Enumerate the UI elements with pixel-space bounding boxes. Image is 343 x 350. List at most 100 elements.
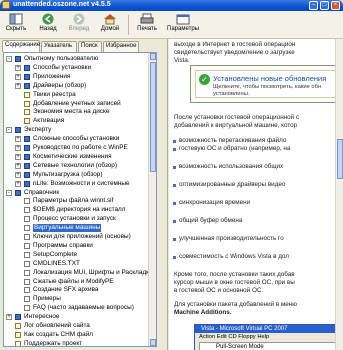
tree-item-label: Справочник (24, 188, 60, 196)
expand-icon[interactable]: + (15, 153, 21, 160)
toolbar-separator (128, 15, 129, 35)
expand-icon[interactable]: + (15, 73, 21, 80)
options-icon (176, 14, 190, 25)
tree-item[interactable]: - Опытному пользователю (4, 55, 156, 63)
tree-item-label: Виртуальные машины (33, 224, 102, 233)
book-icon (24, 171, 30, 178)
content-line: курсор мыши в окне гостевой ОС, при вы (174, 279, 295, 286)
expand-icon[interactable]: + (15, 64, 21, 71)
page-icon (24, 234, 30, 240)
tab-index[interactable]: Указатель (41, 41, 77, 52)
tree-item[interactable]: Примеры (4, 295, 156, 303)
tree-item[interactable]: Сжатые файлы и ModifyPE (4, 278, 156, 286)
tree-item-label: Эксперту (24, 126, 52, 134)
tree-item[interactable]: $OEM$ директория на инсталл (4, 206, 156, 214)
page-icon (24, 260, 30, 267)
tree-item-label: Драйверы (обзор) (33, 81, 87, 89)
expand-icon[interactable]: + (15, 171, 21, 178)
tree-item-label: $OEM$ директория на инсталл (33, 206, 126, 214)
forward-icon (73, 13, 85, 25)
tree-item-label: Косметические изменения (33, 152, 112, 160)
expand-icon[interactable]: + (15, 180, 21, 187)
content-scroll-thumb[interactable] (337, 139, 343, 179)
tree-item-label: Приложения (33, 72, 71, 80)
tree-item[interactable]: - Эксперту (4, 126, 156, 134)
content-scrollbar[interactable] (335, 39, 343, 350)
tree-item[interactable]: CMDLINES.TXT (4, 260, 156, 268)
book-icon (24, 162, 30, 169)
tree-item[interactable]: + Мультизагрузка (обзор) (4, 171, 156, 179)
expand-icon[interactable]: + (15, 82, 21, 89)
tree-item[interactable]: Активация (4, 117, 156, 125)
notification-screenshot: ✓ Установлены новые обновления Щелкните,… (190, 65, 343, 103)
tree-item[interactable]: + Косметические изменения (4, 152, 156, 161)
tree-scrollbar[interactable] (148, 53, 156, 346)
contents-tree[interactable]: Поддержать проект Как создать CHM файл Лог… (3, 52, 157, 347)
tree-item[interactable]: Локализация MUI, Шрифты и Раскладки (4, 269, 156, 277)
tree-item[interactable]: Твики реестра (4, 91, 156, 99)
scroll-up-arrow[interactable] (150, 53, 156, 60)
book-icon (15, 314, 21, 321)
tree-item-label: Поддержать проект (24, 339, 83, 347)
collapse-icon[interactable]: - (6, 56, 12, 62)
close-button[interactable]: × (331, 1, 340, 10)
tree-item[interactable]: Параметры файла winnt.sif (4, 197, 156, 205)
options-button[interactable]: Параметры (166, 13, 200, 38)
tree-item[interactable]: + Способы установки (4, 63, 156, 72)
page-icon (24, 269, 30, 276)
tree-item[interactable]: Лог обновлений сайта (4, 322, 156, 330)
tree-item[interactable]: Создание SFX архива (4, 286, 156, 294)
page-icon (24, 109, 30, 116)
tree-item[interactable]: Поддержать проект (4, 339, 156, 347)
tree-item-label: Сложные способы установки (33, 135, 120, 143)
tree-item[interactable]: Виртуальные машины (4, 224, 156, 233)
minimize-button[interactable]: – (309, 1, 318, 10)
book-icon (24, 82, 30, 89)
scroll-thumb[interactable] (150, 62, 156, 172)
collapse-icon[interactable]: - (6, 189, 12, 196)
tree-item[interactable]: FAQ (часто задаваемые вопросы) (4, 304, 156, 312)
tree-item[interactable]: + Сложные способы установки (4, 135, 156, 143)
tree-item-label: SetupComplete (33, 250, 78, 258)
tab-contents[interactable]: Содержание (2, 40, 40, 52)
maximize-button[interactable]: □ (320, 1, 329, 10)
tree-item-label: Активация (33, 117, 65, 125)
bullet-item: возможность использования общих (172, 163, 284, 170)
tree-item[interactable]: Экономия места на диске (4, 108, 156, 116)
tree-item[interactable]: Добавление учетных записей (4, 99, 156, 108)
tree-item[interactable]: Программы справки (4, 242, 156, 250)
collapse-icon[interactable]: - (6, 127, 12, 134)
back-button[interactable]: Назад (36, 13, 60, 38)
tree-item-label: Добавление учетных записей (33, 99, 121, 107)
tree-item[interactable]: + Приложения (4, 72, 156, 81)
forward-button[interactable]: Вперед (66, 13, 92, 38)
expand-icon[interactable]: + (15, 145, 21, 151)
tree-item[interactable]: Ключи для приложений (основы) (4, 233, 156, 241)
home-button[interactable]: Домой (98, 13, 122, 38)
print-button[interactable]: Печать (134, 13, 160, 38)
tab-search[interactable]: Поиск (78, 41, 102, 52)
scroll-down-arrow[interactable] (150, 339, 156, 346)
tree-item[interactable]: + Сетевые технологии (обзор) (4, 162, 156, 170)
tree-item[interactable]: + Драйверы (обзор) (4, 81, 156, 90)
tab-favorites[interactable]: Избранное (103, 41, 139, 52)
screenshot-menu: Action Edit CD Floppy Help (199, 334, 270, 340)
expand-icon[interactable]: + (6, 314, 12, 321)
tree-item-label: Процесс установки и запуск (33, 215, 116, 223)
tree-item[interactable]: + Руководство по работе с WinPE (4, 144, 156, 152)
tree-item[interactable]: Процесс установки и запуск (4, 215, 156, 223)
page-icon (24, 100, 30, 107)
tree-item-label: Способы установки (33, 63, 92, 71)
balloon-text: Щелкните, чтобы посмотреть, какие обн (213, 84, 322, 90)
tree-item[interactable]: SetupComplete (4, 250, 156, 259)
expand-icon[interactable]: + (15, 162, 21, 169)
tree-item[interactable]: Как создать CHM файл (4, 331, 156, 339)
tree-item[interactable]: - Справочник (4, 188, 156, 197)
content-line: в гостевой ОС и основной ОС. (174, 287, 264, 294)
content-line-bold: Machine Additions. (174, 309, 232, 316)
tree-item[interactable]: + nLite: Возможности и системные (4, 180, 156, 188)
expand-icon[interactable]: + (15, 136, 21, 143)
tree-item[interactable]: + Интересное (4, 313, 156, 321)
tree-item-label: FAQ (часто задаваемые вопросы) (33, 304, 134, 312)
hide-button[interactable]: Скрыть (4, 13, 28, 38)
